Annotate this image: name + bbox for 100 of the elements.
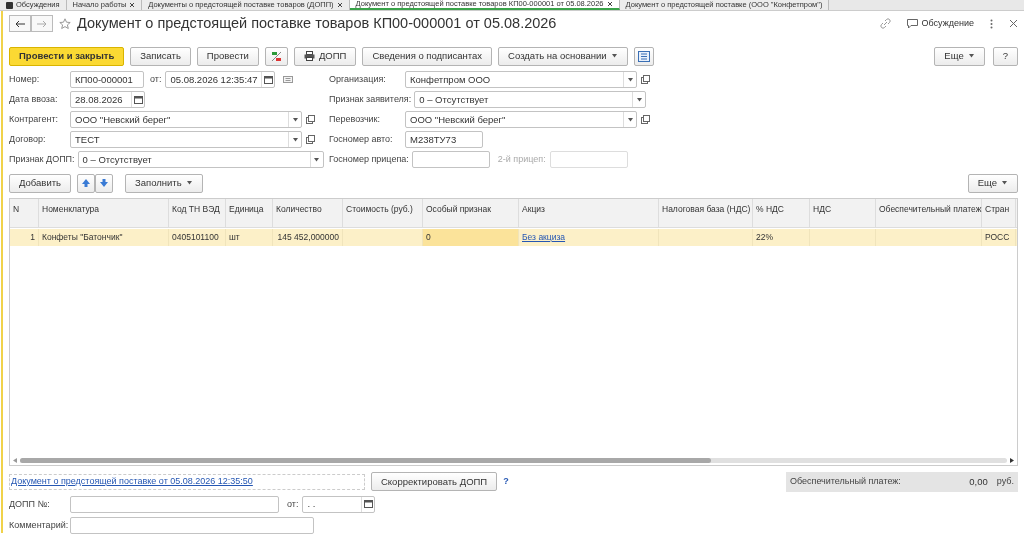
input-field[interactable]: . .	[302, 495, 376, 513]
scrollbar-track[interactable]	[20, 457, 1007, 463]
column-header[interactable]: Стран	[982, 198, 1016, 227]
chat-icon	[906, 18, 918, 29]
input-field[interactable]: ТЕСТ	[70, 131, 302, 149]
column-header[interactable]: N	[10, 198, 39, 227]
ledger-button[interactable]	[264, 46, 288, 66]
column-header[interactable]: Стоимость (руб.)	[343, 198, 423, 227]
field-label: Госномер авто:	[329, 133, 394, 146]
close-icon[interactable]	[336, 2, 343, 8]
move-up-button[interactable]	[77, 173, 95, 193]
help-link[interactable]: ?	[503, 475, 509, 489]
field-label: Дата ввоза:	[9, 93, 59, 106]
caret-icon	[1001, 181, 1008, 186]
input-field[interactable]: 0 – Отсутствует	[414, 91, 647, 109]
caret-icon	[635, 97, 643, 102]
ledger-icon	[270, 50, 282, 62]
toolbar-button[interactable]: Сведения о подписантах	[362, 46, 493, 66]
app-icon	[6, 1, 13, 9]
open-icon	[641, 115, 650, 125]
table-cell: 0	[426, 231, 431, 242]
excise-link[interactable]: Без акциза	[522, 231, 566, 242]
note-icon[interactable]	[283, 76, 294, 84]
column-header[interactable]: Номенклатура	[39, 198, 169, 227]
column-header[interactable]: НДС	[810, 198, 876, 227]
scroll-left-icon[interactable]	[13, 457, 17, 463]
add-button[interactable]: Добавить	[9, 173, 71, 193]
column-header[interactable]: Обеспечительный платеж	[876, 198, 982, 227]
link-icon[interactable]	[879, 18, 891, 30]
create-based-on-button[interactable]: Создать на основании	[498, 46, 628, 66]
field-label: Организация:	[329, 73, 387, 86]
table-cell: РОСС	[985, 231, 1010, 242]
post-close-button[interactable]: Провести и закрыть	[9, 46, 125, 66]
structure-icon	[637, 50, 650, 62]
input-field[interactable]: Конфетпром ООО	[405, 71, 637, 89]
column-header[interactable]: % НДС	[753, 198, 810, 227]
caret-icon	[626, 117, 634, 122]
caret-icon	[291, 137, 299, 142]
column-header[interactable]: Налоговая база (НДС)	[659, 198, 753, 227]
correct-button[interactable]: Скорректировать ДОПП	[371, 472, 498, 492]
column-header[interactable]: Код ТН ВЭД	[169, 198, 226, 227]
field-label: ДОПП №:	[9, 497, 51, 511]
close-icon[interactable]	[1009, 19, 1018, 29]
move-down-button[interactable]	[95, 173, 113, 193]
forward-arrow-icon	[37, 19, 47, 28]
input-field[interactable]	[70, 516, 314, 534]
input-field[interactable]	[70, 495, 279, 513]
discussion-button[interactable]: Обсуждение	[906, 17, 974, 31]
more-icon[interactable]	[990, 18, 993, 29]
more-button[interactable]: Еще	[934, 46, 985, 66]
field-label: Госномер прицепа:	[329, 153, 410, 166]
calendar-icon	[133, 95, 143, 104]
input-field[interactable]: ООО "Невский берег"	[405, 111, 637, 129]
field-label: Комментарий:	[9, 518, 70, 532]
window-title: Документ о предстоящей поставке товаров КП00-000001 от 05.08.2026	[77, 14, 557, 33]
field-label: Номер:	[9, 73, 41, 86]
structure-button[interactable]	[633, 46, 654, 66]
back-button[interactable]	[9, 15, 31, 33]
field-label: от:	[150, 73, 162, 86]
print-button[interactable]: ДОПП	[293, 46, 357, 66]
help-button[interactable]: ?	[992, 46, 1018, 66]
table-cell: шт	[229, 231, 240, 242]
input-field[interactable]: КП00-000001	[70, 71, 144, 89]
field-label: от:	[287, 497, 299, 511]
calendar-icon	[263, 75, 273, 84]
printer-icon	[303, 51, 315, 62]
caret-icon	[185, 181, 193, 186]
down-arrow-icon	[100, 179, 108, 188]
input-field[interactable]: М238ТУ73	[405, 131, 483, 149]
field-label: Контрагент:	[9, 113, 60, 126]
input-field[interactable]: 28.08.2026	[70, 91, 145, 109]
close-icon[interactable]	[606, 1, 613, 7]
input-field[interactable]: 05.08.2026 12:35:47	[165, 71, 276, 89]
caret-icon	[626, 77, 634, 82]
input-field[interactable]	[411, 151, 490, 169]
column-header[interactable]: Особый признак	[423, 198, 519, 227]
column-header[interactable]: Единица	[226, 198, 273, 227]
caret-icon	[313, 157, 321, 162]
scroll-right-icon[interactable]	[1010, 457, 1014, 463]
up-arrow-icon	[82, 179, 90, 188]
table-row[interactable]: 1 Конфеты "Батончик" 0405101100 шт 145 452,000000 0 Без акциза 22% РОСС	[10, 228, 1017, 246]
input-field[interactable]: ООО "Невский берег"	[70, 111, 302, 129]
column-header[interactable]: Количество	[273, 198, 343, 227]
star-icon[interactable]	[59, 17, 71, 30]
fill-button[interactable]: Заполнить	[125, 173, 203, 193]
table-cell: Конфеты "Батончик"	[42, 231, 123, 242]
table-cell: 0405101100	[172, 231, 219, 242]
field-label: 2-й прицеп:	[497, 153, 546, 166]
caret-icon	[967, 54, 975, 59]
toolbar-button[interactable]: Провести	[196, 46, 259, 66]
table-cell: 1	[30, 231, 35, 242]
close-icon[interactable]	[129, 2, 136, 8]
document-link[interactable]: Документ о предстоящей поставке от 05.08.2026 12:35:50	[9, 474, 365, 490]
more-button[interactable]: Еще	[967, 173, 1018, 193]
field-label: Договор:	[9, 133, 47, 146]
toolbar-button[interactable]: Записать	[130, 46, 191, 66]
column-header[interactable]: Акциз	[519, 198, 659, 227]
scrollbar-thumb[interactable]	[20, 457, 711, 463]
input-field[interactable]: 0 – Отсутствует	[77, 151, 324, 169]
field-label: Признак ДОПП:	[9, 153, 76, 166]
